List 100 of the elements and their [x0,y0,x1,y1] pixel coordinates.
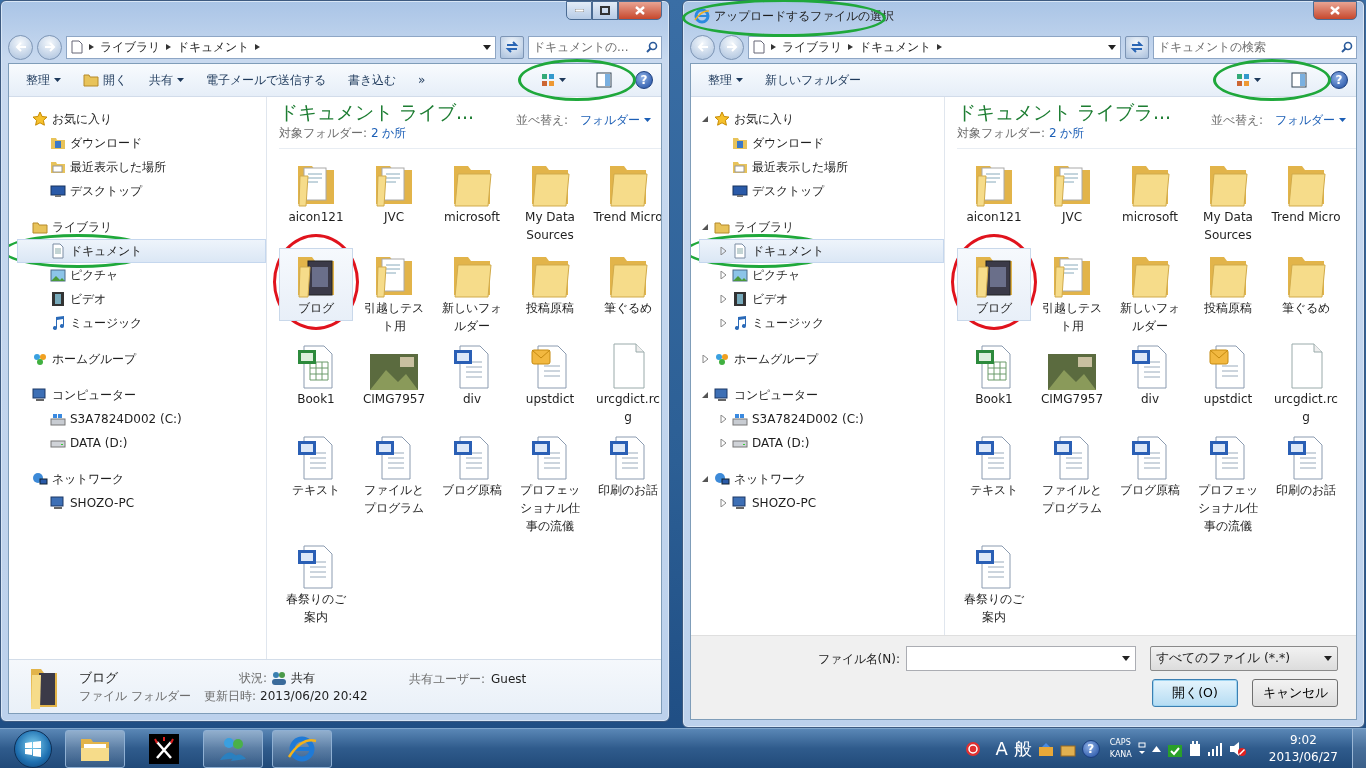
toolbar-button[interactable]: 整理 [699,68,752,92]
file-item[interactable]: Trend Micro [1269,156,1343,230]
nav-item[interactable]: ピクチャ [17,263,266,287]
nav-item[interactable]: S3A7824D002 (C:) [699,407,944,431]
nav-item[interactable]: SHOZO-PC [699,491,944,515]
file-item[interactable]: microsoft [435,156,509,230]
breadcrumb-item[interactable]: ドキュメント [859,38,931,56]
nav-item[interactable]: ライブラリ [699,215,944,239]
forward-button[interactable] [37,34,62,60]
sort-dropdown[interactable]: フォルダー [1275,111,1346,129]
close-button[interactable] [618,1,662,20]
refresh-button[interactable] [500,35,524,59]
file-item[interactable]: My Data Sources [1191,156,1265,248]
close-button[interactable] [1313,1,1357,20]
file-item[interactable]: 引越しテスト用 [357,247,431,339]
file-item[interactable]: aicon121 [957,156,1031,230]
file-item[interactable]: 筆ぐるめ [591,247,661,321]
nav-item[interactable]: お気に入り [699,107,944,131]
nav-item[interactable]: DATA (D:) [699,431,944,455]
file-item[interactable]: upstdict [1191,338,1265,412]
file-item[interactable]: CIMG7957 [1035,338,1109,412]
nav-item[interactable]: S3A7824D002 (C:) [17,407,266,431]
back-button[interactable] [690,34,715,60]
dialog-button[interactable]: 開く(O) [1152,679,1238,707]
file-item[interactable]: 印刷のお話 [1269,429,1343,503]
file-item[interactable]: 投稿原稿 [513,247,587,321]
ime-kanji-indicator[interactable]: 般 [1013,739,1032,758]
nav-item[interactable]: SHOZO-PC [17,491,266,515]
locations-link[interactable]: 2 か所 [1048,125,1085,140]
file-item[interactable]: microsoft [1113,156,1187,230]
file-item[interactable]: Trend Micro [591,156,661,230]
minimize-button[interactable] [566,1,592,20]
nav-item[interactable]: ミュージック [17,311,266,335]
toolbar-button[interactable]: 共有 [140,68,193,92]
file-item[interactable]: div [1113,338,1187,412]
nav-item[interactable]: ピクチャ [699,263,944,287]
forward-button[interactable] [719,34,744,60]
file-item[interactable]: upstdict [513,338,587,412]
ime-mode-indicator[interactable]: A [995,739,1008,758]
nav-item[interactable]: デスクトップ [17,179,266,203]
file-item[interactable]: テキスト [279,429,353,503]
refresh-button[interactable] [1125,35,1149,59]
locations-link[interactable]: 2 か所 [370,125,407,140]
file-item[interactable]: urcgdict.rcg [1269,338,1343,430]
toolbar-button[interactable]: 電子メールで送信する [197,68,335,92]
file-item[interactable]: 印刷のお話 [591,429,661,503]
clock[interactable]: 9:02 2013/06/27 [1260,732,1346,765]
file-item[interactable]: ブログ原稿 [435,429,509,503]
nav-item[interactable]: ホームグループ [17,347,266,371]
file-type-dropdown[interactable]: すべてのファイル (*.*) [1150,646,1338,671]
file-item[interactable]: 筆ぐるめ [1269,247,1343,321]
sort-dropdown[interactable]: フォルダー [580,111,651,129]
file-item[interactable]: ファイルとプログラム [357,429,431,521]
nav-item[interactable]: DATA (D:) [17,431,266,455]
file-item[interactable]: 投稿原稿 [1191,247,1265,321]
file-item[interactable]: JVC [357,156,431,230]
back-button[interactable] [8,34,33,60]
nav-item[interactable]: 最近表示した場所 [699,155,944,179]
breadcrumb-item[interactable]: ライブラリ [782,38,842,56]
file-item[interactable]: プロフェッショナル仕事の流儀 [513,429,587,539]
nav-item[interactable]: ミュージック [699,311,944,335]
file-item[interactable]: CIMG7957 [357,338,431,412]
nav-item[interactable]: ライブラリ [17,215,266,239]
nav-item[interactable]: デスクトップ [699,179,944,203]
file-item[interactable]: ブログ原稿 [1113,429,1187,503]
file-item[interactable]: 春祭りのご案内 [957,538,1031,630]
breadcrumb-item[interactable]: ライブラリ [100,38,160,56]
file-item[interactable]: 春祭りのご案内 [279,538,353,630]
file-item[interactable]: プロフェッショナル仕事の流儀 [1191,429,1265,539]
nav-item[interactable]: ダウンロード [699,131,944,155]
nav-item[interactable]: コンピューター [699,383,944,407]
nav-item[interactable]: ビデオ [17,287,266,311]
toolbar-button[interactable]: 書き込む [339,68,405,92]
nav-item[interactable]: コンピューター [17,383,266,407]
file-item[interactable]: 引越しテスト用 [1035,247,1109,339]
taskbar-app-button[interactable] [65,729,125,768]
file-item[interactable]: Book1 [957,338,1031,412]
file-item[interactable]: 新しいフォルダー [435,247,509,339]
file-item[interactable]: aicon121 [279,156,353,230]
toolbar-button[interactable]: » [409,68,435,92]
nav-item[interactable]: 最近表示した場所 [17,155,266,179]
breadcrumb-item[interactable]: ドキュメント [177,38,249,56]
file-name-field[interactable] [906,646,1136,671]
nav-item[interactable]: ネットワーク [699,467,944,491]
start-button[interactable] [14,729,52,768]
search-field[interactable]: ドキュメントの... [528,35,662,59]
file-item[interactable]: JVC [1035,156,1109,230]
toolbar-button[interactable]: 開く [74,68,136,92]
show-desktop-button[interactable] [1352,728,1366,768]
nav-item[interactable]: ダウンロード [17,131,266,155]
nav-item[interactable]: ビデオ [699,287,944,311]
file-item[interactable]: Book1 [279,338,353,412]
file-item[interactable]: div [435,338,509,412]
file-item[interactable]: 新しいフォルダー [1113,247,1187,339]
file-item[interactable]: テキスト [957,429,1031,503]
nav-item[interactable]: ホームグループ [699,347,944,371]
toolbar-button[interactable]: 整理 [17,68,70,92]
file-item[interactable]: ブログ [957,247,1031,321]
nav-item[interactable]: ネットワーク [17,467,266,491]
nav-item[interactable]: お気に入り [17,107,266,131]
